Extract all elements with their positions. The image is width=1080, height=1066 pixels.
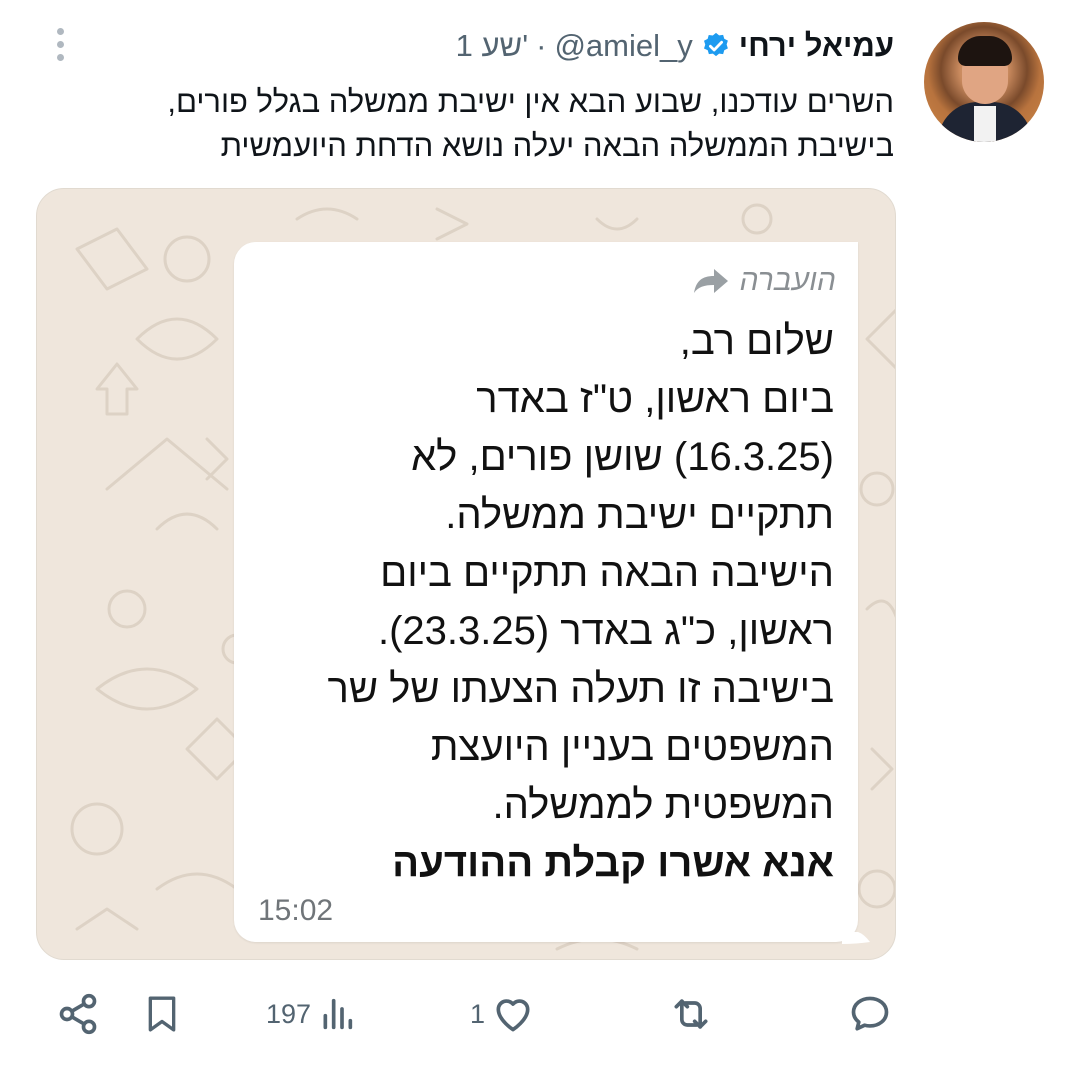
verified-icon [701, 31, 731, 61]
tweet-header: עמיאל ירחי @amiel_y · 1 שע' [456, 24, 894, 68]
views-button[interactable]: 197 [266, 990, 357, 1038]
reply-button[interactable] [846, 990, 894, 1038]
likes-count: 1 [470, 998, 486, 1029]
message-line: הישיבה הבאה תתקיים ביום [380, 551, 834, 595]
author-name[interactable]: עמיאל ירחי [739, 28, 894, 64]
tweet-text-line: השרים עודכנו, שבוע הבא אין ישיבת ממשלה ב… [167, 84, 894, 119]
retweet-button[interactable] [666, 990, 716, 1038]
tweet-time[interactable]: 1 שע' [456, 28, 528, 64]
bookmark-button[interactable] [142, 990, 182, 1038]
message-time: 15:02 [258, 894, 334, 927]
forwarded-text: הועברה [739, 264, 836, 297]
share-icon [59, 993, 97, 1035]
message-line: (16.3.25) שושן פורים, לא [411, 435, 834, 479]
views-icon [323, 998, 353, 1030]
tweet-text: השרים עודכנו, שבוע הבא אין ישיבת ממשלה ב… [34, 80, 894, 168]
avatar[interactable] [924, 22, 1044, 142]
bubble-tail [842, 932, 870, 944]
forward-icon [692, 267, 730, 295]
message-line: שלום רב, [679, 319, 834, 363]
whatsapp-message-bubble: הועברה שלום רב, ביום ראשון, ט"ז באדר (16… [234, 242, 858, 942]
message-body: שלום רב, ביום ראשון, ט"ז באדר (16.3.25) … [244, 312, 834, 892]
message-line: ביום ראשון, ט"ז באדר [476, 377, 834, 421]
message-bold-line: אנא אשרו קבלת ההודעה [392, 841, 834, 885]
separator-dot: · [536, 28, 547, 63]
message-line: תתקיים ישיבת ממשלה. [445, 493, 834, 537]
message-line: ראשון, כ"ג באדר (23.3.25). [377, 609, 834, 653]
message-line: המשפטים בעניין היועצת [430, 725, 834, 769]
reply-icon [851, 996, 889, 1031]
author-handle[interactable]: @amiel_y [554, 28, 692, 64]
tweet-text-line: בישיבת הממשלה הבאה יעלה נושא הדחת היועמש… [220, 128, 894, 163]
message-line: המשפטית לממשלה. [492, 783, 834, 827]
retweet-icon [674, 999, 708, 1029]
more-vertical-icon[interactable] [50, 28, 70, 68]
like-icon [496, 999, 530, 1032]
like-button[interactable]: 1 [470, 990, 535, 1038]
bookmark-icon [148, 996, 176, 1032]
share-button[interactable] [56, 990, 100, 1038]
views-count: 197 [266, 998, 312, 1029]
message-line: בישיבה זו תעלה הצעתו של שר [327, 667, 834, 711]
forwarded-label: הועברה [692, 264, 836, 298]
